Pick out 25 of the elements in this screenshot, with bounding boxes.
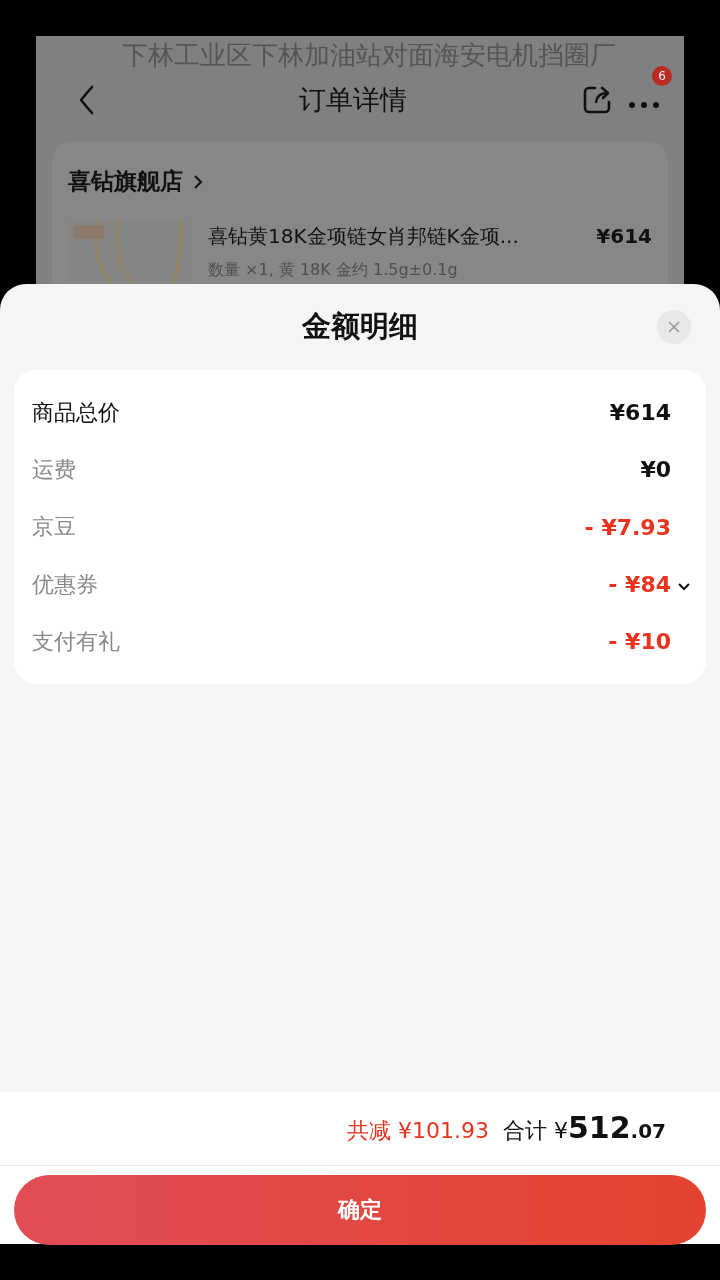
product-price: ¥614	[596, 224, 652, 248]
product-title[interactable]: 喜钻黄18K金项链女肖邦链K金项...	[208, 223, 519, 250]
row-label: 商品总价	[32, 398, 120, 427]
confirm-button[interactable]: 确定	[14, 1175, 706, 1245]
row-label: 京豆	[32, 513, 76, 542]
product-spec: 数量 ×1, 黄 18K 金约 1.5g±0.1g	[208, 260, 459, 281]
row-value: - ¥84	[608, 572, 671, 598]
row-label: 优惠券	[32, 570, 98, 599]
notification-badge: 6	[652, 65, 672, 86]
row-label: 运费	[32, 455, 76, 484]
row-value: - ¥7.93	[584, 514, 671, 540]
row-value: ¥614	[609, 400, 671, 426]
chevron-right-icon[interactable]	[193, 173, 203, 190]
page-title: 订单详情	[298, 83, 408, 117]
row-value: - ¥10	[608, 629, 671, 655]
discount-total: 共减 ¥101.93	[346, 1117, 489, 1145]
share-icon[interactable]	[582, 85, 612, 115]
row-value: ¥0	[640, 457, 671, 483]
chevron-down-icon[interactable]	[677, 582, 691, 593]
order-total: 合计 ¥512.07	[502, 1110, 666, 1146]
store-name[interactable]: 喜钻旗舰店	[68, 166, 183, 197]
more-icon[interactable]	[628, 100, 660, 109]
row-label: 支付有礼	[32, 627, 120, 656]
back-icon[interactable]	[78, 85, 94, 115]
sheet-title: 金额明细	[302, 308, 418, 345]
